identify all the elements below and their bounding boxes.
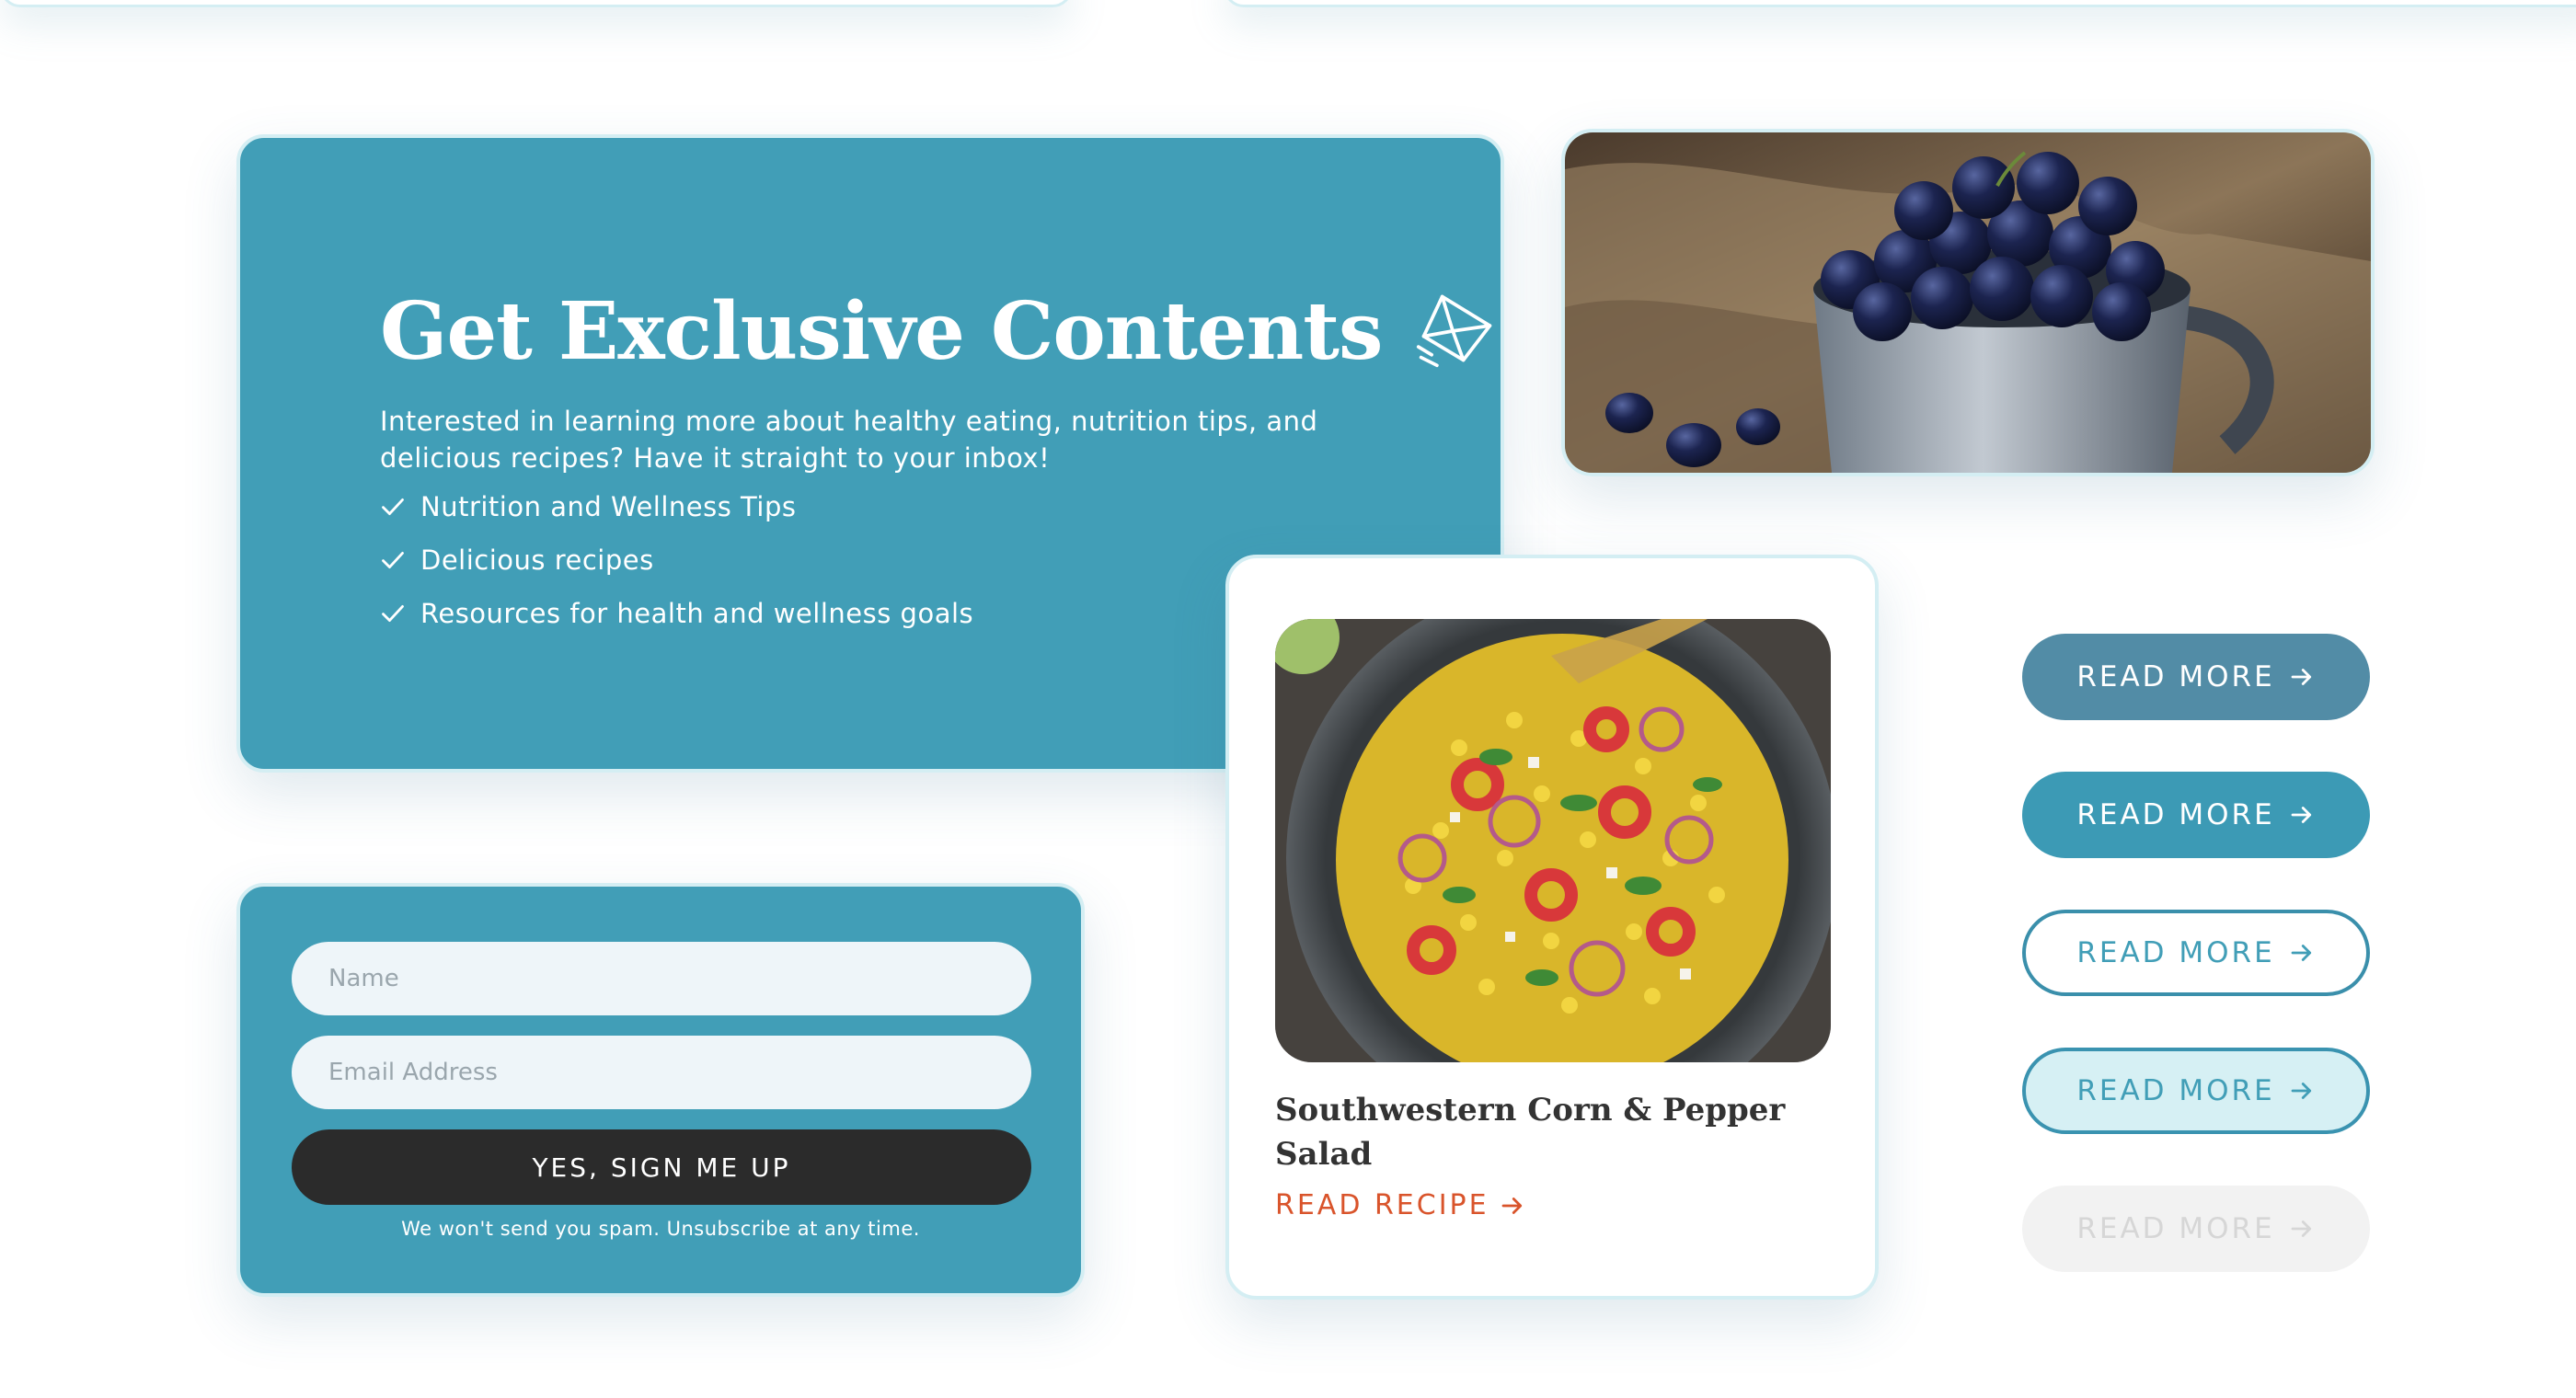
benefit-label: Resources for health and wellness goals [420,598,974,629]
read-recipe-link[interactable]: READ RECIPE [1275,1189,1526,1221]
spam-disclaimer: We won't send you spam. Unsubscribe at a… [401,1218,920,1240]
top-card-left [0,0,1073,7]
blueberries-photo-card [1561,129,2375,476]
newsletter-title-row: Get Exclusive Contents [380,285,1498,378]
arrow-right-icon [2288,939,2316,967]
read-more-label: READ MORE [2076,660,2275,693]
read-more-button-outline[interactable]: READ MORE [2022,910,2370,996]
benefit-list: Nutrition and Wellness Tips Delicious re… [380,480,973,640]
arrow-right-icon [2288,1215,2316,1243]
read-recipe-label: READ RECIPE [1275,1189,1489,1221]
read-more-button-default[interactable]: READ MORE [2022,772,2370,858]
recipe-card: Southwestern Corn & Pepper Salad READ RE… [1225,555,1879,1300]
blueberries-photo [1565,132,2371,473]
recipe-title[interactable]: Southwestern Corn & Pepper Salad [1275,1088,1790,1176]
email-input[interactable] [292,1036,1031,1109]
benefit-label: Nutrition and Wellness Tips [420,491,797,522]
benefit-item: Nutrition and Wellness Tips [380,480,973,533]
read-more-button-disabled[interactable]: READ MORE [2022,1186,2370,1272]
benefit-label: Delicious recipes [420,544,654,576]
arrow-right-icon [2288,1077,2316,1105]
newsletter-description: Interested in learning more about health… [380,406,1318,474]
recipe-photo[interactable] [1275,619,1831,1062]
newsletter-title: Get Exclusive Contents [380,285,1383,378]
corn-salad-photo [1275,619,1831,1062]
benefit-item: Delicious recipes [380,533,973,587]
read-more-label: READ MORE [2076,936,2275,969]
read-more-button-outline-active[interactable]: READ MORE [2022,1048,2370,1134]
arrow-right-icon [2288,801,2316,829]
benefit-item: Resources for health and wellness goals [380,587,973,640]
signup-form: YES, SIGN ME UP We won't send you spam. … [236,883,1085,1297]
read-more-label: READ MORE [2076,1212,2275,1245]
envelope-send-icon [1417,294,1492,367]
read-more-button-hover[interactable]: READ MORE [2022,634,2370,720]
check-icon [380,547,406,573]
read-more-label: READ MORE [2076,798,2275,831]
check-icon [380,494,406,520]
arrow-right-icon [1499,1192,1526,1220]
check-icon [380,601,406,626]
signup-button[interactable]: YES, SIGN ME UP [292,1129,1031,1205]
name-input[interactable] [292,942,1031,1015]
read-more-label: READ MORE [2076,1074,2275,1107]
top-card-right [1224,0,2576,7]
arrow-right-icon [2288,663,2316,691]
